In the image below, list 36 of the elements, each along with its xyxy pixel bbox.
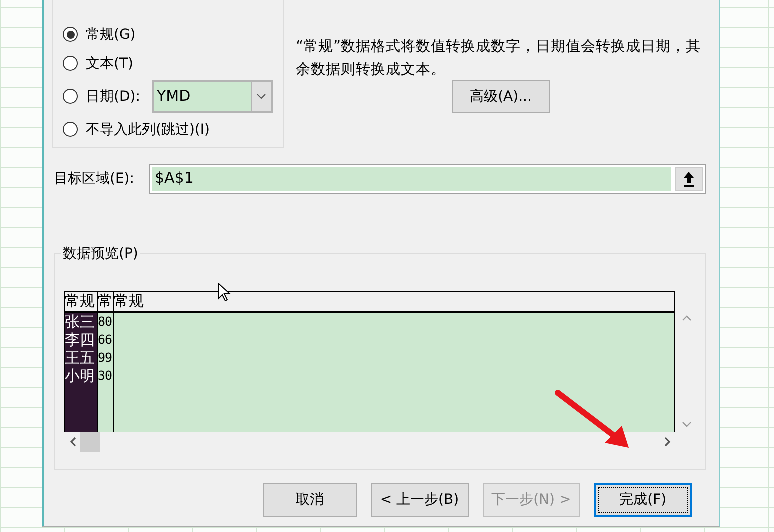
chevron-down-icon bbox=[257, 94, 266, 100]
radio-button[interactable] bbox=[63, 56, 78, 71]
table-cell: 80 bbox=[98, 313, 113, 331]
column-header[interactable]: 常规 bbox=[114, 292, 674, 313]
radio-button[interactable] bbox=[63, 27, 78, 42]
preview-column[interactable]: 80 66 99 30 bbox=[98, 313, 114, 432]
upload-arrow-icon bbox=[683, 171, 695, 187]
scroll-left-icon[interactable] bbox=[70, 437, 76, 447]
dialog-button[interactable]: 取消 bbox=[263, 483, 357, 517]
scroll-right-icon[interactable] bbox=[665, 437, 671, 447]
format-description: “常规”数据格式将数值转换成数字，日期值会转换成日期，其余数据则转换成文本。 bbox=[296, 38, 702, 80]
preview-title: 数据预览(P) bbox=[61, 245, 140, 263]
radio-label[interactable]: 日期(D): bbox=[86, 88, 140, 106]
dialog-button[interactable]: < 上一步(B) bbox=[370, 483, 469, 517]
table-cell: 66 bbox=[98, 331, 113, 349]
radio-label[interactable]: 不导入此列(跳过)(I) bbox=[86, 120, 210, 138]
scrollbar-thumb[interactable] bbox=[80, 432, 100, 452]
table-cell: 30 bbox=[98, 367, 113, 385]
column-header[interactable]: 常规 bbox=[65, 292, 98, 313]
table-cell-text: 王五 bbox=[65, 349, 96, 367]
destination-field[interactable]: $A$1 bbox=[149, 164, 706, 194]
collapse-button[interactable] bbox=[675, 167, 703, 191]
table-cell-text: 李四 bbox=[65, 331, 96, 349]
radio-label[interactable]: 文本(T) bbox=[86, 54, 134, 72]
preview-column[interactable]: 张三 李四 王五 小明 bbox=[65, 313, 98, 432]
date-format-dropdown[interactable]: YMD bbox=[152, 80, 273, 113]
table-cell-text: 张三 bbox=[65, 313, 96, 331]
dialog-button[interactable]: 完成(F) bbox=[594, 483, 692, 517]
table-cell-text: 小明 bbox=[65, 367, 96, 385]
radio-button[interactable] bbox=[63, 122, 78, 137]
radio-label[interactable]: 常规(G) bbox=[86, 26, 136, 44]
column-header[interactable]: 常 bbox=[98, 292, 114, 313]
radio-button[interactable] bbox=[63, 89, 78, 104]
advanced-button[interactable]: 高级(A)... bbox=[452, 80, 550, 113]
destination-label: 目标区域(E): bbox=[54, 170, 136, 188]
table-cell: 99 bbox=[98, 349, 113, 367]
